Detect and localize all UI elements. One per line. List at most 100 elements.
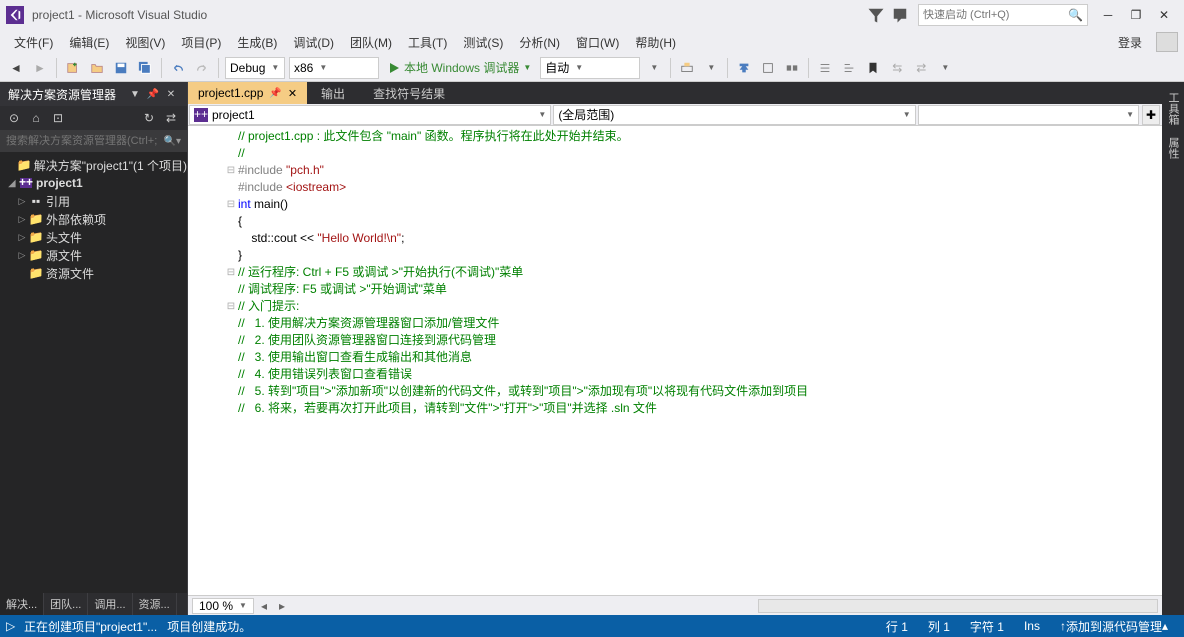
redo-button[interactable] <box>191 57 213 79</box>
tab-solution[interactable]: 解决... <box>0 593 44 615</box>
dropdown-3[interactable]: ▼ <box>934 57 956 79</box>
code-line[interactable]: ⊟#include "pch.h" <box>188 162 1162 179</box>
menu-view[interactable]: 视图(V) <box>117 34 173 51</box>
nav-right-icon[interactable]: ▸ <box>274 598 290 614</box>
se-home2-icon[interactable]: ⌂ <box>26 108 46 128</box>
horizontal-scrollbar[interactable] <box>758 599 1158 613</box>
code-line[interactable]: // 2. 使用团队资源管理器窗口连接到源代码管理 <box>188 332 1162 349</box>
menu-project[interactable]: 项目(P) <box>173 34 229 51</box>
fold-icon[interactable] <box>224 179 238 196</box>
fold-icon[interactable] <box>224 247 238 264</box>
code-editor[interactable]: // project1.cpp : 此文件包含 "main" 函数。程序执行将在… <box>188 126 1162 595</box>
menu-build[interactable]: 生成(B) <box>229 34 285 51</box>
member-combo[interactable]: (全局范围)▼ <box>553 105 915 125</box>
se-refresh-icon[interactable]: ↻ <box>139 108 159 128</box>
menu-analyze[interactable]: 分析(N) <box>511 34 568 51</box>
solution-search-input[interactable] <box>6 135 164 147</box>
func-combo[interactable]: ▼ <box>918 105 1139 125</box>
config-combo[interactable]: Debug▼ <box>225 57 285 79</box>
menu-debug[interactable]: 调试(D) <box>285 34 342 51</box>
step-out-button[interactable] <box>781 57 803 79</box>
code-line[interactable]: ⊟// 入门提示: <box>188 298 1162 315</box>
filter-icon[interactable] <box>866 5 886 25</box>
quick-launch[interactable]: 🔍 <box>918 4 1088 26</box>
auto-combo[interactable]: 自动▼ <box>540 57 640 79</box>
sources-node[interactable]: ▷📁源文件 <box>0 246 187 264</box>
save-button[interactable] <box>110 57 132 79</box>
solution-node[interactable]: 📁解决方案"project1"(1 个项目) <box>0 156 187 174</box>
open-button[interactable] <box>86 57 108 79</box>
code-line[interactable]: // 4. 使用错误列表窗口查看错误 <box>188 366 1162 383</box>
resources-node[interactable]: 📁资源文件 <box>0 264 187 282</box>
new-project-button[interactable] <box>62 57 84 79</box>
fold-icon[interactable] <box>224 383 238 400</box>
fold-icon[interactable] <box>224 230 238 247</box>
properties-tab[interactable]: 属性 <box>1163 131 1183 165</box>
code-line[interactable]: // 5. 转到"项目">"添加新项"以创建新的代码文件，或转到"项目">"添加… <box>188 383 1162 400</box>
fold-icon[interactable] <box>224 128 238 145</box>
panel-pin-button[interactable]: 📌 <box>145 86 161 102</box>
quick-launch-input[interactable] <box>923 9 1068 21</box>
fold-icon[interactable]: ⊟ <box>224 162 238 179</box>
tab-call[interactable]: 调用... <box>88 593 132 615</box>
uncomment-button[interactable] <box>838 57 860 79</box>
code-line[interactable]: ⊟int main() <box>188 196 1162 213</box>
fold-icon[interactable]: ⊟ <box>224 196 238 213</box>
fold-icon[interactable]: ⊟ <box>224 298 238 315</box>
step-over-button[interactable] <box>757 57 779 79</box>
platform-combo[interactable]: x86▼ <box>289 57 379 79</box>
fold-icon[interactable] <box>224 400 238 417</box>
menu-window[interactable]: 窗口(W) <box>568 34 627 51</box>
tab-team[interactable]: 团队... <box>44 593 88 615</box>
solution-tree[interactable]: 📁解决方案"project1"(1 个项目) ◢++project1 ▷▪▪引用… <box>0 152 187 593</box>
maximize-button[interactable]: ❐ <box>1122 4 1150 26</box>
tab-output[interactable]: 输出 <box>307 85 359 102</box>
nav-left-icon[interactable]: ◂ <box>256 598 272 614</box>
start-debug-button[interactable]: 本地 Windows 调试器 ▼ <box>382 57 537 79</box>
code-line[interactable]: std::cout << "Hello World!\n"; <box>188 230 1162 247</box>
code-line[interactable]: // <box>188 145 1162 162</box>
dropdown-1[interactable]: ▼ <box>643 57 665 79</box>
comment-button[interactable] <box>814 57 836 79</box>
references-node[interactable]: ▷▪▪引用 <box>0 192 187 210</box>
external-deps-node[interactable]: ▷📁外部依赖项 <box>0 210 187 228</box>
dropdown-2[interactable]: ▼ <box>700 57 722 79</box>
notify-icon[interactable] <box>890 5 910 25</box>
split-button[interactable]: ✚ <box>1142 105 1160 125</box>
code-line[interactable]: // project1.cpp : 此文件包含 "main" 函数。程序执行将在… <box>188 128 1162 145</box>
zoom-combo[interactable]: 100 %▼ <box>192 598 254 614</box>
close-button[interactable]: ✕ <box>1150 4 1178 26</box>
code-line[interactable]: // 3. 使用输出窗口查看生成输出和其他消息 <box>188 349 1162 366</box>
tab-find-results[interactable]: 查找符号结果 <box>359 85 459 102</box>
code-line[interactable]: // 1. 使用解决方案资源管理器窗口添加/管理文件 <box>188 315 1162 332</box>
toolbox-tab[interactable]: 工具箱 <box>1163 86 1183 131</box>
nav-back-button[interactable]: ◄ <box>5 57 27 79</box>
menu-file[interactable]: 文件(F) <box>6 34 61 51</box>
minimize-button[interactable]: ─ <box>1094 4 1122 26</box>
user-avatar-icon[interactable] <box>1156 32 1178 52</box>
fold-icon[interactable] <box>224 366 238 383</box>
status-scm[interactable]: ↑ 添加到源代码管理 ▴ <box>1050 618 1178 635</box>
menu-edit[interactable]: 编辑(E) <box>61 34 117 51</box>
tab-resource[interactable]: 资源... <box>133 593 177 615</box>
fold-icon[interactable] <box>224 281 238 298</box>
fold-icon[interactable] <box>224 332 238 349</box>
bookmark-button[interactable] <box>862 57 884 79</box>
fold-icon[interactable] <box>224 145 238 162</box>
tab-project1-cpp[interactable]: project1.cpp📌✕ <box>188 82 307 104</box>
step-into-button[interactable] <box>733 57 755 79</box>
nav-fwd-button[interactable]: ► <box>29 57 51 79</box>
headers-node[interactable]: ▷📁头文件 <box>0 228 187 246</box>
tool-icon-1[interactable] <box>676 57 698 79</box>
menu-test[interactable]: 测试(S) <box>455 34 511 51</box>
panel-close-button[interactable]: ✕ <box>163 86 179 102</box>
code-line[interactable]: // 6. 将来，若要再次打开此项目，请转到"文件">"打开">"项目"并选择 … <box>188 400 1162 417</box>
fold-icon[interactable]: ⊟ <box>224 264 238 281</box>
login-link[interactable]: 登录 <box>1108 34 1152 51</box>
code-line[interactable]: #include <iostream> <box>188 179 1162 196</box>
tool-icon-6[interactable]: ⇄ <box>910 57 932 79</box>
fold-icon[interactable] <box>224 315 238 332</box>
tool-icon-5[interactable]: ⇆ <box>886 57 908 79</box>
save-all-button[interactable] <box>134 57 156 79</box>
project-node[interactable]: ◢++project1 <box>0 174 187 192</box>
